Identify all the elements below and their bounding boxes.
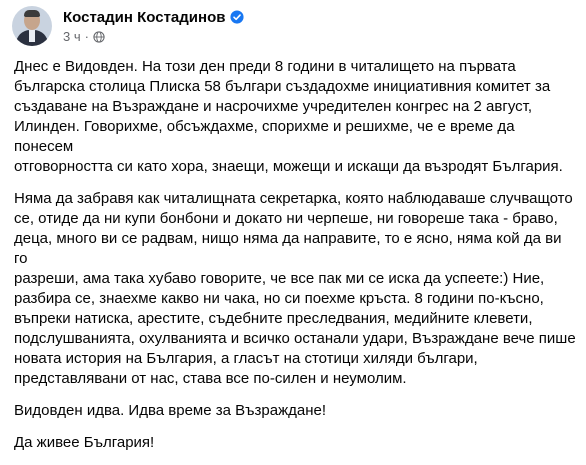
author-name[interactable]: Костадин Костадинов: [63, 9, 225, 26]
facebook-post: Костадин Костадинов 3 ч · Днес е Видовде…: [0, 0, 586, 451]
meta-separator: ·: [84, 29, 89, 44]
post-meta: Костадин Костадинов 3 ч ·: [63, 7, 245, 44]
post-header: Костадин Костадинов 3 ч ·: [12, 6, 245, 46]
post-paragraph: Да живее България!: [14, 434, 155, 451]
post-timestamp[interactable]: 3 ч: [63, 29, 81, 44]
post-paragraph: Днес е Видовден. На този ден преди 8 год…: [14, 58, 563, 175]
globe-icon[interactable]: [93, 30, 105, 43]
post-body: Днес е Видовден. На този ден преди 8 год…: [14, 57, 576, 465]
author-row: Костадин Костадинов: [63, 7, 245, 27]
post-time-row: 3 ч ·: [63, 29, 244, 44]
avatar[interactable]: [12, 6, 52, 46]
post-paragraph: Няма да забравя как читалищната секретар…: [14, 190, 576, 387]
avatar-shirt: [29, 30, 35, 42]
verified-badge-icon: [230, 10, 245, 24]
avatar-hair: [24, 10, 40, 17]
post-paragraph: Видовден идва. Идва време за Възраждане!: [14, 402, 327, 419]
